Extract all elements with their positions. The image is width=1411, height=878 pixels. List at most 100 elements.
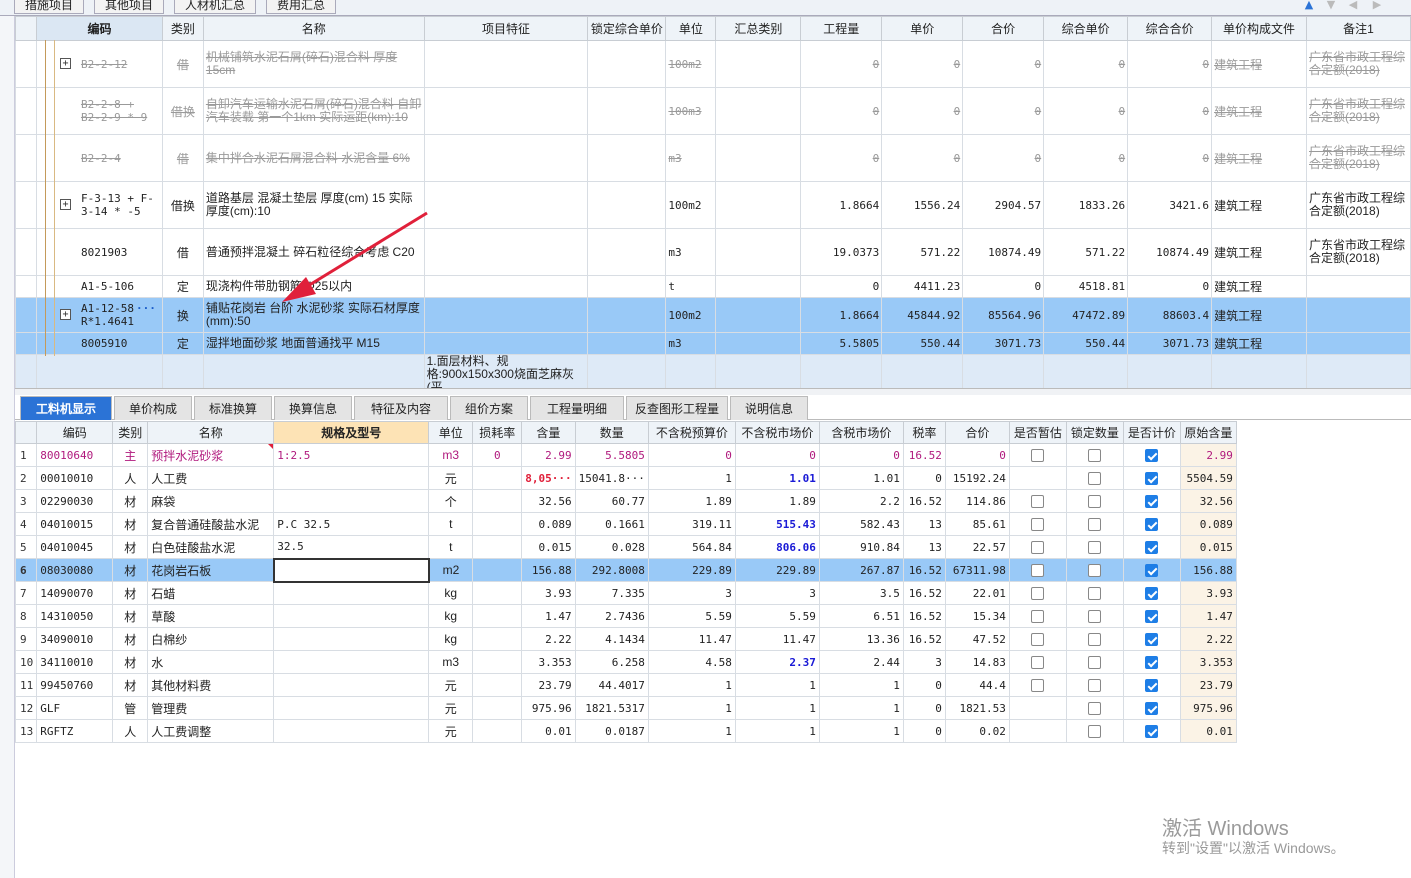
provisional-checkbox[interactable] bbox=[1031, 655, 1045, 669]
lmm-market-price-tax[interactable]: 13.36 bbox=[818, 627, 904, 651]
lmm-content[interactable]: 156.88 bbox=[521, 558, 576, 582]
lmm-content[interactable]: 975.96 bbox=[521, 696, 576, 720]
lmm-budget-price[interactable]: 564.84 bbox=[647, 535, 736, 559]
lock-quantity-checkbox[interactable] bbox=[1088, 701, 1102, 715]
lock-quantity-checkbox[interactable] bbox=[1088, 494, 1102, 508]
lock-quantity-checkbox[interactable] bbox=[1088, 448, 1102, 462]
lmm-budget-price[interactable]: 4.58 bbox=[647, 650, 736, 674]
lmm-code[interactable]: 02290030 bbox=[36, 489, 114, 513]
row-number[interactable]: 8 bbox=[14, 604, 38, 628]
lmm-unit[interactable]: m3 bbox=[428, 443, 474, 467]
lmm-unit[interactable]: m3 bbox=[428, 650, 474, 674]
lmm-category[interactable]: 材 bbox=[112, 535, 149, 559]
lmm-content[interactable]: 23.79 bbox=[521, 673, 576, 697]
lmm-header-0[interactable] bbox=[14, 421, 38, 444]
lmm-tax-rate[interactable]: 16.52 bbox=[902, 604, 946, 628]
lmm-loss-rate[interactable] bbox=[472, 604, 523, 628]
lmm-name[interactable]: 白色硅酸盐水泥 bbox=[147, 535, 275, 559]
lmm-content[interactable]: 0.089 bbox=[521, 512, 576, 536]
lmm-row[interactable]: 5 04010045 材白色硅酸盐水泥 32.5 t 0.015 0.028 564.84 80… bbox=[14, 535, 1237, 559]
lmm-code[interactable]: 80010640 bbox=[36, 443, 114, 467]
lmm-market-price-tax[interactable]: 2.2 bbox=[818, 489, 904, 513]
lmm-tax-rate[interactable]: 0 bbox=[902, 673, 946, 697]
lmm-content[interactable]: 0.015 bbox=[521, 535, 576, 559]
lmm-content[interactable]: 1.47 bbox=[521, 604, 576, 628]
is-priced-checkbox[interactable] bbox=[1145, 517, 1159, 531]
lmm-category[interactable]: 人 bbox=[112, 466, 149, 490]
tab-standard-conversion[interactable]: 标准换算 bbox=[194, 396, 272, 420]
lmm-quantity[interactable]: 7.335 bbox=[574, 581, 649, 605]
lmm-quantity[interactable]: 60.77 bbox=[574, 489, 649, 513]
lmm-tax-rate[interactable]: 3 bbox=[902, 650, 946, 674]
lmm-loss-rate[interactable] bbox=[472, 627, 523, 651]
lmm-content[interactable]: 3.353 bbox=[521, 650, 576, 674]
lmm-header-5[interactable]: 单位 bbox=[428, 421, 474, 444]
lmm-loss-rate[interactable] bbox=[472, 581, 523, 605]
lmm-content[interactable]: 2.22 bbox=[521, 627, 576, 651]
lmm-market-price-tax[interactable]: 3.5 bbox=[818, 581, 904, 605]
lmm-row[interactable]: 9 34090010 材白棉纱 kg 2.22 4.1434 11.47 11.47 13.36… bbox=[14, 627, 1237, 651]
lmm-category[interactable]: 材 bbox=[112, 604, 149, 628]
lmm-unit[interactable]: 元 bbox=[428, 466, 474, 490]
lmm-budget-price[interactable]: 1 bbox=[647, 466, 736, 490]
row-number[interactable]: 1 bbox=[14, 443, 38, 467]
lmm-budget-price[interactable]: 11.47 bbox=[647, 627, 736, 651]
row-number[interactable]: 10 bbox=[14, 650, 38, 674]
lmm-market-price-tax[interactable]: 1.01 bbox=[818, 466, 904, 490]
lmm-code[interactable]: 34090010 bbox=[36, 627, 114, 651]
lmm-spec[interactable] bbox=[273, 466, 430, 490]
lmm-name[interactable]: 白棉纱 bbox=[147, 627, 275, 651]
lmm-market-price[interactable]: 1.01 bbox=[734, 466, 820, 490]
lmm-unit[interactable]: 元 bbox=[428, 696, 474, 720]
lmm-market-price[interactable]: 515.43 bbox=[734, 512, 820, 536]
lmm-market-price-tax[interactable]: 1 bbox=[818, 719, 904, 743]
lmm-header-2[interactable]: 类别 bbox=[112, 421, 149, 444]
lmm-loss-rate[interactable] bbox=[472, 535, 523, 559]
lmm-market-price[interactable]: 806.06 bbox=[734, 535, 820, 559]
tab-quantity-detail[interactable]: 工程量明细 bbox=[530, 396, 624, 420]
lmm-market-price-tax[interactable]: 1 bbox=[818, 696, 904, 720]
tab-conversion-info[interactable]: 换算信息 bbox=[274, 396, 352, 420]
lmm-category[interactable]: 管 bbox=[112, 696, 149, 720]
provisional-checkbox[interactable] bbox=[1031, 609, 1045, 623]
lmm-name[interactable]: 麻袋 bbox=[147, 489, 275, 513]
lmm-loss-rate[interactable] bbox=[472, 696, 523, 720]
lock-quantity-checkbox[interactable] bbox=[1088, 517, 1102, 531]
lmm-header-4[interactable]: 规格及型号 bbox=[273, 421, 430, 444]
lmm-loss-rate[interactable] bbox=[472, 512, 523, 536]
lmm-unit[interactable]: t bbox=[428, 512, 474, 536]
is-priced-checkbox[interactable] bbox=[1145, 655, 1159, 669]
lmm-name[interactable]: 其他材料费 bbox=[147, 673, 275, 697]
provisional-checkbox[interactable] bbox=[1031, 678, 1045, 692]
lmm-name[interactable]: 复合普通硅酸盐水泥 bbox=[147, 512, 275, 536]
lmm-market-price-tax[interactable]: 1 bbox=[818, 673, 904, 697]
lmm-header-10[interactable]: 不含税市场价 bbox=[734, 421, 820, 444]
lmm-market-price-tax[interactable]: 267.87 bbox=[818, 558, 904, 582]
lmm-content[interactable]: 32.56 bbox=[521, 489, 576, 513]
lmm-header-11[interactable]: 含税市场价 bbox=[818, 421, 904, 444]
lmm-header-15[interactable]: 锁定数量 bbox=[1065, 421, 1124, 444]
lmm-spec[interactable] bbox=[273, 604, 430, 628]
lmm-code[interactable]: GLF bbox=[36, 696, 114, 720]
tab-labor-material-display[interactable]: 工料机显示 bbox=[20, 396, 112, 420]
lmm-row[interactable]: 2 00010010 人人工费 元 8,05··· 15041.8··· 1 1.01 1.01… bbox=[14, 466, 1237, 490]
lmm-loss-rate[interactable] bbox=[472, 673, 523, 697]
lmm-loss-rate[interactable] bbox=[472, 719, 523, 743]
lmm-tax-rate[interactable]: 16.52 bbox=[902, 443, 946, 467]
provisional-checkbox[interactable] bbox=[1031, 563, 1045, 577]
lmm-market-price-tax[interactable]: 6.51 bbox=[818, 604, 904, 628]
lmm-tax-rate[interactable]: 16.52 bbox=[902, 558, 946, 582]
lmm-unit[interactable]: kg bbox=[428, 627, 474, 651]
lmm-market-price[interactable]: 1 bbox=[734, 673, 820, 697]
lmm-spec[interactable]: 1:2.5 bbox=[273, 443, 430, 467]
lmm-quantity[interactable]: 5.5805 bbox=[574, 443, 649, 467]
lmm-unit[interactable]: 个 bbox=[428, 489, 474, 513]
lmm-name[interactable]: 预拌水泥砂浆 bbox=[147, 443, 275, 467]
lmm-spec[interactable]: 32.5 bbox=[273, 535, 430, 559]
lmm-name[interactable]: 水 bbox=[147, 650, 275, 674]
lmm-header-8[interactable]: 数量 bbox=[574, 421, 649, 444]
lmm-market-price[interactable]: 2.37 bbox=[734, 650, 820, 674]
lock-quantity-checkbox[interactable] bbox=[1088, 678, 1102, 692]
row-number[interactable]: 6 bbox=[14, 558, 38, 582]
lmm-budget-price[interactable]: 1 bbox=[647, 719, 736, 743]
